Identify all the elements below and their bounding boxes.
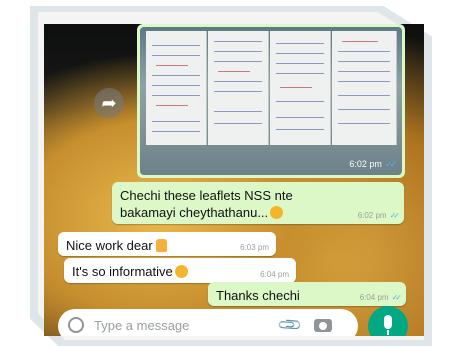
smiling-face-emoji-icon (174, 265, 188, 278)
leaflet-photo[interactable]: 6:02 pm ✓✓ (140, 27, 402, 175)
message-bubble-incoming[interactable]: Nice work dear 6:03 pm (58, 232, 276, 256)
attachment-icon[interactable]: 📎 (276, 311, 304, 336)
message-timestamp: 6:04 pm (260, 270, 289, 279)
message-text: Chechi these leaflets NSS nte bakamayi c… (120, 188, 293, 220)
emoji-icon[interactable] (68, 317, 84, 333)
leaflet-page (270, 31, 331, 145)
image-message[interactable]: 6:02 pm ✓✓ (137, 24, 405, 178)
forward-icon[interactable]: ➦ (94, 88, 124, 118)
leaflet-page (208, 31, 269, 145)
message-bubble-incoming[interactable]: It's so informative 6:04 pm (64, 258, 296, 283)
smiling-face-emoji-icon (270, 206, 284, 219)
message-input[interactable]: Type a message (94, 318, 189, 333)
thumbs-up-emoji-icon (155, 239, 167, 252)
microphone-icon (384, 315, 392, 335)
message-bubble-outgoing[interactable]: Chechi these leaflets NSS nte bakamayi c… (112, 182, 404, 224)
message-timestamp: 6:04 pm ✓✓ (359, 293, 403, 302)
message-timestamp: 6:02 pm ✓✓ (357, 211, 401, 220)
read-receipt-icon: ✓✓ (389, 211, 401, 220)
voice-message-button[interactable] (368, 306, 408, 336)
leaflet-page (332, 31, 397, 145)
message-timestamp: 6:03 pm (240, 243, 269, 252)
message-bubble-outgoing[interactable]: Thanks chechi 6:04 pm ✓✓ (208, 282, 406, 306)
chat-screen: ➦ 6:02 pm ✓✓ Chechi these leaflets NSS n… (44, 24, 424, 336)
camera-icon[interactable] (314, 319, 332, 332)
message-text: Nice work dear (66, 237, 167, 254)
leaflet-page (146, 31, 207, 145)
message-input-bar[interactable]: Type a message 📎 (58, 309, 358, 336)
message-text: It's so informative (72, 263, 188, 280)
read-receipt-icon: ✓✓ (391, 293, 403, 302)
read-receipt-icon: ✓✓ (384, 159, 397, 169)
message-timestamp: 6:02 pm ✓✓ (349, 159, 397, 169)
message-text: Thanks chechi (216, 288, 300, 303)
